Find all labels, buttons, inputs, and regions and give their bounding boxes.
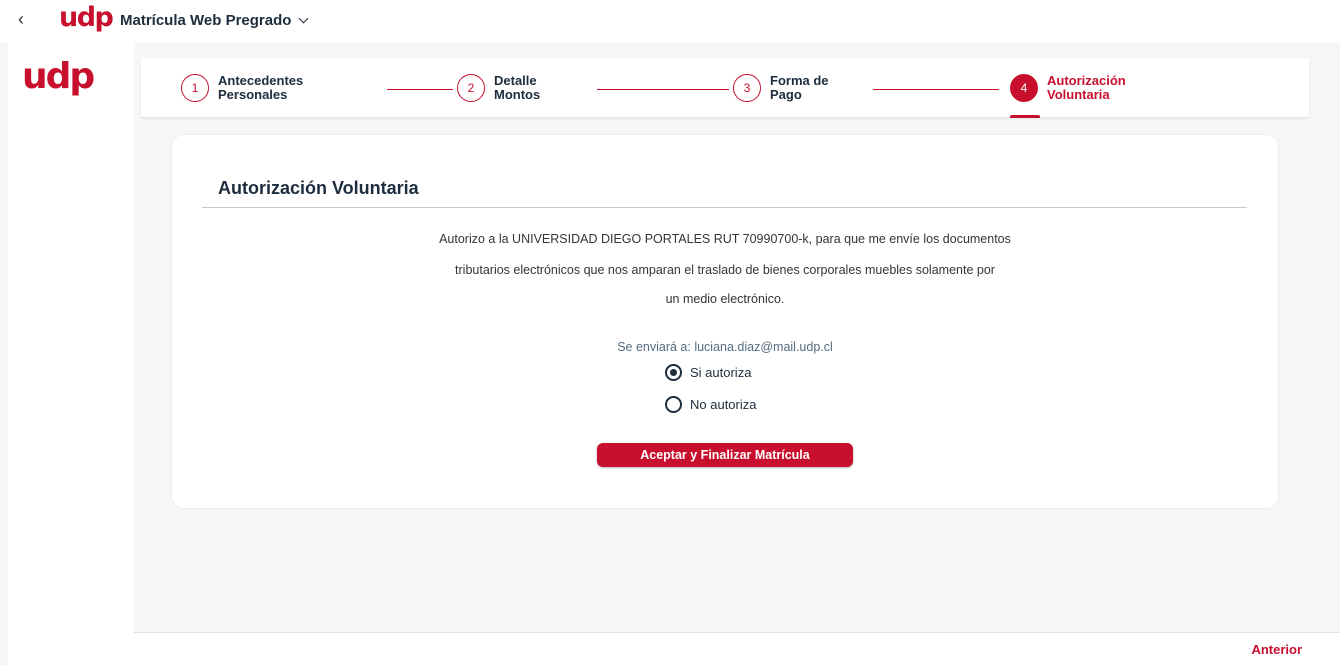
side-panel: udp [8, 42, 134, 665]
radio-unselected-icon[interactable] [665, 396, 682, 413]
shell-bar: ‹ udp Matrícula Web Pregrado [0, 0, 1340, 42]
authorization-card: Autorización Voluntaria Autorizo a la UN… [172, 135, 1278, 508]
udp-logo: udp [22, 56, 95, 97]
radio-selected-icon[interactable] [665, 364, 682, 381]
radio-dot [670, 369, 677, 376]
accept-finish-button[interactable]: Aceptar y Finalizar Matrícula [597, 443, 853, 467]
step-label: Autorización Voluntaria [1047, 74, 1157, 102]
step-label-line: Antecedentes [218, 73, 304, 88]
wizard-step-antecedentes-personales[interactable]: 1 Antecedentes Personales [181, 74, 328, 102]
step-label-line: Forma de [770, 73, 829, 88]
step-number-badge: 1 [181, 74, 209, 102]
email-recipient: Se enviará a: luciana.diaz@mail.udp.cl [617, 340, 833, 354]
wizard-step-detalle-montos[interactable]: 2 Detalle Montos [457, 74, 604, 102]
step-number-badge: 2 [457, 74, 485, 102]
step-label: Forma de Pago [770, 74, 880, 102]
udp-logo-small[interactable]: udp [59, 2, 114, 33]
radio-label: No autoriza [690, 397, 757, 412]
wizard-step-autorizacion-voluntaria[interactable]: 4 Autorización Voluntaria [1010, 74, 1157, 102]
step-label-line: Montos [494, 87, 541, 102]
active-step-indicator [1010, 115, 1040, 118]
radio-si-autoriza[interactable]: Si autoriza [665, 364, 751, 381]
radio-no-autoriza[interactable]: No autoriza [665, 396, 756, 413]
authorization-text-line: tributarios electrónicos que nos amparan… [455, 263, 995, 277]
radio-label: Si autoriza [690, 365, 752, 380]
authorization-text-line: un medio electrónico. [665, 292, 785, 306]
chevron-down-icon [298, 13, 309, 24]
divider [202, 207, 1247, 208]
step-label: Detalle Montos [494, 74, 604, 102]
step-connector [873, 89, 999, 90]
footer-toolbar: Anterior [134, 632, 1340, 665]
app-title-menu[interactable]: Matrícula Web Pregrado [120, 12, 309, 29]
step-label-line: Personales [218, 87, 288, 102]
step-label-line: Detalle [494, 73, 537, 88]
wizard-progress-bar: 1 Antecedentes Personales 2 Detalle Mont… [141, 58, 1309, 118]
step-connector [387, 89, 453, 90]
section-title: Autorización Voluntaria [218, 178, 419, 198]
step-label-line: Autorización [1047, 73, 1126, 88]
step-label-line: Pago [770, 87, 802, 102]
step-label-line: Voluntaria [1047, 87, 1110, 102]
app-title: Matrícula Web Pregrado [120, 12, 292, 29]
step-number-badge: 4 [1010, 74, 1038, 102]
step-label: Antecedentes Personales [218, 74, 328, 102]
step-number-badge: 3 [733, 74, 761, 102]
authorization-text-line: Autorizo a la UNIVERSIDAD DIEGO PORTALES… [439, 232, 1011, 246]
step-connector [597, 89, 729, 90]
wizard-step-forma-de-pago[interactable]: 3 Forma de Pago [733, 74, 880, 102]
back-icon[interactable]: ‹ [18, 9, 24, 30]
previous-button[interactable]: Anterior [1251, 642, 1302, 657]
